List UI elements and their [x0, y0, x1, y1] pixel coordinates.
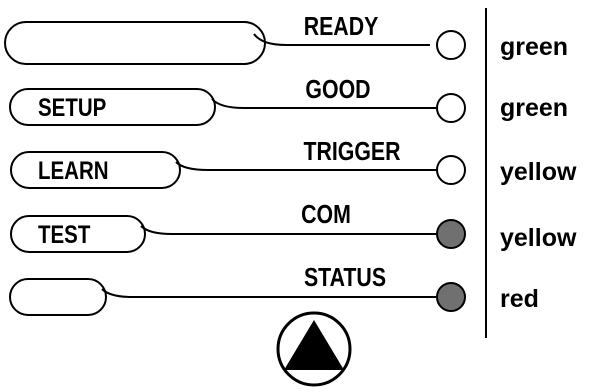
indicator-panel-diagram: READY green SETUP GOOD green LEARN TRIGG… [4, 8, 577, 387]
led-color-label-trigger: yellow [500, 158, 577, 186]
connector-line-com [140, 225, 436, 235]
button-shape-blank-bottom[interactable] [9, 278, 107, 316]
led-ready-indicator [436, 30, 466, 60]
led-status-indicator [436, 282, 466, 312]
led-color-label-status: red [500, 285, 539, 313]
led-label-trigger: TRIGGER [303, 137, 400, 167]
indicator-row-ready: READY green [4, 12, 568, 65]
setup-button-label: SETUP [38, 93, 106, 121]
button-shape-blank-top[interactable] [4, 21, 266, 65]
test-button-label: TEST [38, 220, 90, 248]
led-color-label-com: yellow [500, 224, 577, 252]
indicator-row-trigger: LEARN TRIGGER yellow [10, 137, 577, 189]
led-good-indicator [436, 93, 466, 123]
led-label-ready: READY [304, 12, 379, 42]
learn-button-label: LEARN [38, 156, 109, 184]
led-label-good: GOOD [305, 75, 370, 105]
led-color-label-ready: green [500, 33, 568, 61]
led-trigger-indicator [436, 155, 466, 185]
indicator-row-status: STATUS red [9, 263, 539, 316]
led-label-com: COM [301, 200, 351, 230]
led-com-indicator [436, 219, 466, 249]
led-color-label-good: green [500, 94, 568, 122]
indicator-row-com: TEST COM yellow [10, 200, 577, 253]
indicator-row-good: SETUP GOOD green [9, 75, 568, 126]
led-label-status: STATUS [304, 263, 386, 293]
up-arrow-button[interactable] [276, 311, 352, 387]
